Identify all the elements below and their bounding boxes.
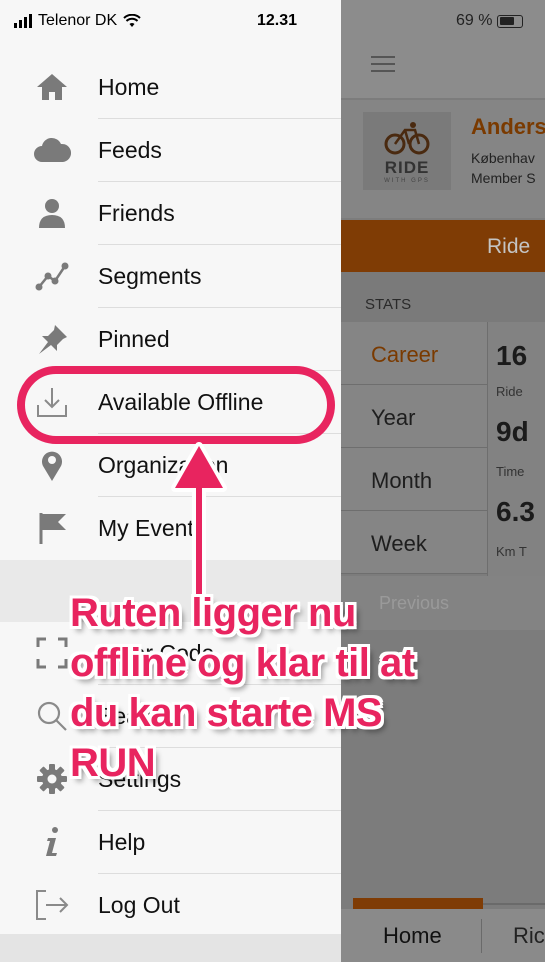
logo-word: RIDE [384, 158, 430, 177]
hamburger-menu-icon[interactable] [371, 56, 395, 72]
tabbar-divider-line [483, 903, 545, 905]
menu-item-pinned[interactable]: Pinned [0, 308, 341, 371]
time-label: Time [496, 464, 525, 479]
info-icon [33, 825, 71, 859]
km-label: Km T [496, 544, 527, 559]
menu-item-label: Feeds [98, 137, 162, 163]
stats-tab-label: Week [371, 531, 427, 556]
side-drawer: Home Feeds Friends Segments Pinned Avail… [0, 0, 341, 962]
flag-icon [33, 511, 71, 545]
battery-percent: 69 % [456, 12, 493, 29]
stats-tab-week[interactable]: Week [341, 511, 487, 574]
menu-item-home[interactable]: Home [0, 56, 341, 119]
profile-name: Anders [471, 114, 545, 139]
profile-city: Københav [471, 150, 535, 166]
menu-item-log-out[interactable]: Log Out [0, 874, 341, 937]
bottom-tabbar: Home Ric [341, 909, 545, 962]
annotation-text: Ruten ligger nu offline og klar til at d… [70, 588, 510, 788]
annotation-line: Ruten ligger nu [70, 591, 356, 635]
search-icon [33, 699, 71, 733]
menu-item-label: Organization [98, 452, 229, 478]
signal-icon [14, 14, 32, 28]
gear-icon [33, 762, 71, 796]
clock: 12.31 [257, 12, 298, 29]
ride-button[interactable]: Ride [341, 220, 545, 272]
menu-item-label: Home [98, 74, 160, 100]
person-icon [33, 196, 71, 230]
location-pin-icon [33, 448, 71, 482]
menu-item-label: Segments [98, 263, 202, 289]
cloud-icon [33, 133, 71, 167]
menu-item-segments[interactable]: Segments [0, 245, 341, 308]
drawer-menu-list: Home Feeds Friends Segments Pinned Avail… [0, 56, 341, 937]
carrier-group: Telenor DK [14, 12, 141, 30]
annotation-line: du kan starte MS [70, 691, 383, 735]
bicycle-icon [384, 122, 430, 155]
stats-tab-career[interactable]: Career [341, 322, 487, 385]
highlight-ring [17, 366, 335, 444]
tab-routes[interactable]: Ric [513, 923, 545, 949]
logo-subtext: WITH GPS [384, 178, 430, 184]
wifi-icon [123, 14, 141, 27]
ride-with-gps-logo: RIDE WITH GPS [363, 112, 451, 190]
pin-icon [33, 322, 71, 356]
logout-icon [33, 888, 71, 922]
stats-tab-month[interactable]: Month [341, 448, 487, 511]
battery-group: 69 % [456, 12, 524, 30]
stats-tab-label: Year [371, 405, 416, 430]
ride-button-label: Ride [487, 235, 531, 258]
stats-tab-label: Month [371, 468, 433, 493]
menu-item-my-events[interactable]: My Events [0, 497, 341, 560]
scan-code-icon [33, 636, 71, 670]
menu-item-label: My Events [98, 515, 206, 541]
stats-tab-year[interactable]: Year [341, 385, 487, 448]
rides-label: Ride [496, 384, 523, 399]
segments-icon [33, 259, 71, 293]
tab-home[interactable]: Home [383, 923, 442, 949]
carrier-name: Telenor DK [38, 12, 118, 29]
stats-label: STATS [365, 296, 412, 313]
app-main-dimmed[interactable]: RIDE WITH GPS Anders Københav Member S R… [341, 0, 545, 962]
stats-period-tabs: Career Year Month Week [341, 322, 487, 574]
menu-item-label: Help [98, 829, 146, 855]
stats-tab-label: Career [371, 342, 439, 367]
profile-card[interactable]: RIDE WITH GPS Anders Københav Member S [341, 100, 545, 218]
menu-item-help[interactable]: Help [0, 811, 341, 874]
menu-item-friends[interactable]: Friends [0, 182, 341, 245]
tabbar-active-indicator [353, 898, 483, 909]
rides-value: 16 [496, 340, 528, 371]
status-bar: Telenor DK 12.31 69 % [0, 0, 545, 42]
menu-item-label: Pinned [98, 326, 170, 352]
annotation-line: RUN [70, 741, 156, 785]
stats-values: 16 Ride 9d Time 6.3 Km T [487, 322, 545, 576]
stats-header: STATS [341, 272, 545, 322]
battery-icon [497, 14, 524, 28]
annotation-line: offline og klar til at [70, 641, 415, 685]
menu-item-feeds[interactable]: Feeds [0, 119, 341, 182]
tab-separator [481, 919, 482, 953]
drawer-footer [0, 934, 341, 962]
time-value: 9d [496, 416, 529, 447]
menu-item-label: Log Out [98, 892, 180, 918]
home-icon [33, 70, 71, 104]
menu-item-label: Friends [98, 200, 175, 226]
km-value: 6.3 [496, 496, 535, 527]
profile-member-since: Member S [471, 170, 536, 186]
